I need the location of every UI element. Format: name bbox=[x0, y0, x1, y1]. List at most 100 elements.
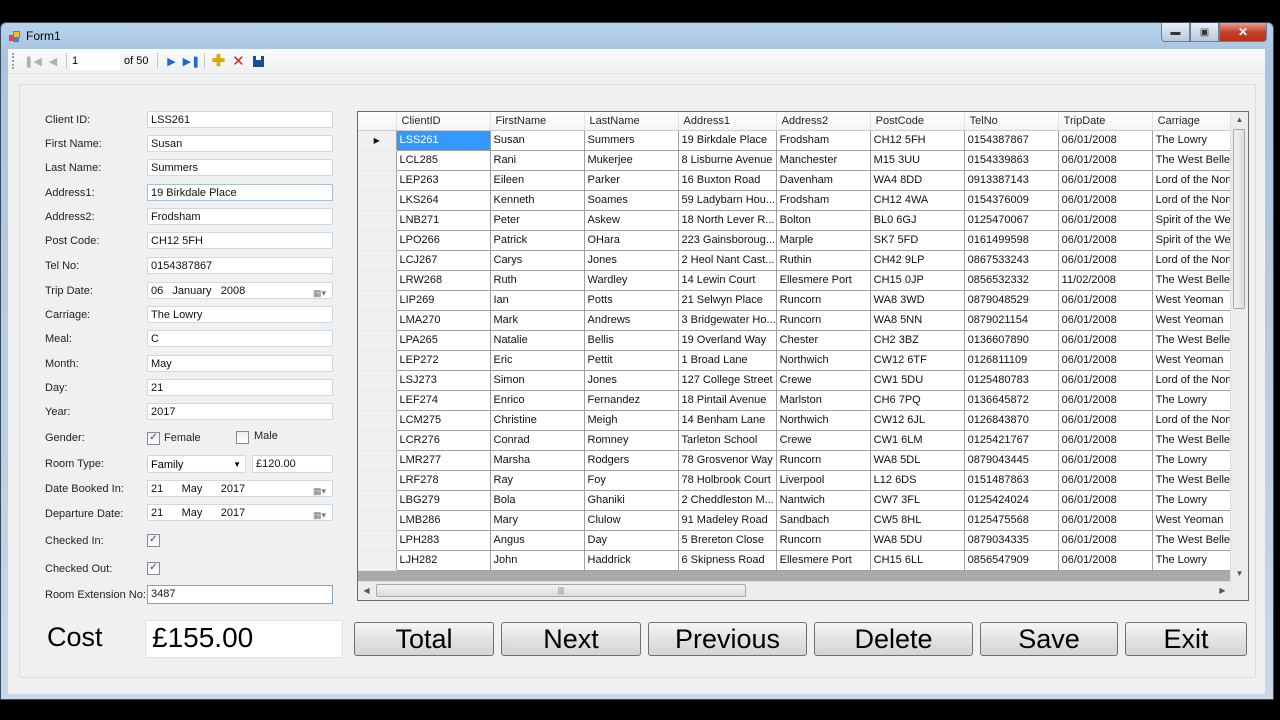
row-header[interactable] bbox=[358, 490, 397, 511]
table-cell[interactable]: 0151487863 bbox=[964, 470, 1059, 491]
previous-button[interactable]: Previous bbox=[648, 622, 807, 656]
table-cell[interactable]: 06/01/2008 bbox=[1058, 310, 1153, 331]
table-cell[interactable]: WA8 5DL bbox=[870, 450, 965, 471]
table-cell[interactable]: LPO266 bbox=[396, 230, 491, 251]
table-cell[interactable]: Kenneth bbox=[490, 190, 585, 211]
table-row[interactable]: LPA265 Natalie Bellis 19 Overland Way Cheste… bbox=[358, 330, 1247, 351]
table-cell[interactable]: Manchester bbox=[776, 150, 871, 171]
table-cell[interactable]: Parker bbox=[584, 170, 679, 191]
table-cell[interactable]: Day bbox=[584, 530, 679, 551]
first-name-field[interactable]: Susan bbox=[147, 135, 333, 152]
calendar-dropdown-icon[interactable]: ▦▾ bbox=[313, 507, 329, 520]
table-cell[interactable]: Jones bbox=[584, 370, 679, 391]
checked-out-checkbox[interactable]: ✓ bbox=[147, 562, 160, 575]
table-cell[interactable]: LMA270 bbox=[396, 310, 491, 331]
address2-field[interactable]: Frodsham bbox=[147, 208, 333, 225]
scroll-down-icon[interactable]: ▼ bbox=[1231, 566, 1248, 582]
table-cell[interactable]: Ian bbox=[490, 290, 585, 311]
table-cell[interactable]: 19 Birkdale Place bbox=[678, 130, 777, 151]
row-header[interactable] bbox=[358, 170, 397, 191]
row-header[interactable] bbox=[358, 150, 397, 171]
table-cell[interactable]: 06/01/2008 bbox=[1058, 410, 1153, 431]
table-cell[interactable]: Jones bbox=[584, 250, 679, 271]
table-cell[interactable]: 06/01/2008 bbox=[1058, 470, 1153, 491]
table-cell[interactable]: 06/01/2008 bbox=[1058, 370, 1153, 391]
table-cell[interactable]: 8 Lisburne Avenue bbox=[678, 150, 777, 171]
cost-field[interactable]: £155.00 bbox=[145, 620, 343, 658]
table-row[interactable]: ▶ LSS261 Susan Summers 19 Birkdale Place Frod… bbox=[358, 130, 1247, 151]
table-cell[interactable]: LIP269 bbox=[396, 290, 491, 311]
table-cell[interactable]: 06/01/2008 bbox=[1058, 510, 1153, 531]
row-header[interactable] bbox=[358, 230, 397, 251]
table-cell[interactable]: OHara bbox=[584, 230, 679, 251]
table-cell[interactable]: LJH282 bbox=[396, 550, 491, 571]
table-cell[interactable]: Runcorn bbox=[776, 310, 871, 331]
table-cell[interactable]: CW7 3FL bbox=[870, 490, 965, 511]
table-cell[interactable]: LBG279 bbox=[396, 490, 491, 511]
table-cell[interactable]: Rodgers bbox=[584, 450, 679, 471]
maximize-button[interactable]: ▣ bbox=[1190, 23, 1219, 42]
table-cell[interactable]: WA8 5DU bbox=[870, 530, 965, 551]
table-cell[interactable]: Ellesmere Port bbox=[776, 550, 871, 571]
table-cell[interactable]: 59 Ladybarn Hou... bbox=[678, 190, 777, 211]
column-header[interactable]: TripDate bbox=[1058, 112, 1153, 131]
table-cell[interactable]: 0125421767 bbox=[964, 430, 1059, 451]
table-cell[interactable]: 127 College Street bbox=[678, 370, 777, 391]
row-header[interactable] bbox=[358, 310, 397, 331]
table-cell[interactable]: 0126811109 bbox=[964, 350, 1059, 371]
horizontal-scrollbar[interactable]: ◀ ||| ▶ bbox=[358, 581, 1231, 600]
table-row[interactable]: LCM275 Christine Meigh 14 Benham Lane Northw… bbox=[358, 410, 1247, 431]
table-cell[interactable]: 223 Gainsboroug... bbox=[678, 230, 777, 251]
table-row[interactable]: LSJ273 Simon Jones 127 College Street Crewe C… bbox=[358, 370, 1247, 391]
table-cell[interactable]: 3 Bridgewater Ho... bbox=[678, 310, 777, 331]
table-cell[interactable]: 2 Heol Nant Cast... bbox=[678, 250, 777, 271]
table-cell[interactable]: CH2 3BZ bbox=[870, 330, 965, 351]
table-row[interactable]: LNB271 Peter Askew 18 North Lever R... Bolto… bbox=[358, 210, 1247, 231]
table-cell[interactable]: 0879048529 bbox=[964, 290, 1059, 311]
row-header[interactable] bbox=[358, 210, 397, 231]
table-cell[interactable]: 06/01/2008 bbox=[1058, 430, 1153, 451]
column-header[interactable]: ClientID bbox=[396, 112, 491, 131]
row-header[interactable] bbox=[358, 350, 397, 371]
table-cell[interactable]: WA8 5NN bbox=[870, 310, 965, 331]
table-cell[interactable]: Davenham bbox=[776, 170, 871, 191]
table-cell[interactable]: 0125475568 bbox=[964, 510, 1059, 531]
table-cell[interactable]: Rani bbox=[490, 150, 585, 171]
table-row[interactable]: LEP272 Eric Pettit 1 Broad Lane Northwich CW1… bbox=[358, 350, 1247, 371]
year-field[interactable]: 2017 bbox=[147, 403, 333, 420]
scroll-left-icon[interactable]: ◀ bbox=[358, 582, 375, 600]
table-cell[interactable]: 0126843870 bbox=[964, 410, 1059, 431]
table-cell[interactable]: Marple bbox=[776, 230, 871, 251]
table-cell[interactable]: 0856547909 bbox=[964, 550, 1059, 571]
table-cell[interactable]: Andrews bbox=[584, 310, 679, 331]
table-cell[interactable]: LCJ267 bbox=[396, 250, 491, 271]
meal-field[interactable]: C bbox=[147, 330, 333, 347]
table-cell[interactable]: Ellesmere Port bbox=[776, 270, 871, 291]
table-cell[interactable]: 06/01/2008 bbox=[1058, 450, 1153, 471]
table-cell[interactable]: 0867533243 bbox=[964, 250, 1059, 271]
table-cell[interactable]: 16 Buxton Road bbox=[678, 170, 777, 191]
table-cell[interactable]: Runcorn bbox=[776, 450, 871, 471]
row-header-corner[interactable] bbox=[358, 112, 397, 131]
row-header[interactable]: ▶ bbox=[358, 130, 397, 151]
table-cell[interactable]: 0879034335 bbox=[964, 530, 1059, 551]
table-cell[interactable]: Meigh bbox=[584, 410, 679, 431]
move-last-button[interactable]: ▶❚ bbox=[181, 51, 201, 71]
row-header[interactable] bbox=[358, 450, 397, 471]
delete-button[interactable]: Delete bbox=[814, 622, 973, 656]
table-cell[interactable]: Bellis bbox=[584, 330, 679, 351]
table-cell[interactable]: Conrad bbox=[490, 430, 585, 451]
table-cell[interactable]: 06/01/2008 bbox=[1058, 230, 1153, 251]
table-cell[interactable]: 06/01/2008 bbox=[1058, 490, 1153, 511]
table-cell[interactable]: Crewe bbox=[776, 370, 871, 391]
table-cell[interactable]: CW5 8HL bbox=[870, 510, 965, 531]
table-cell[interactable]: John bbox=[490, 550, 585, 571]
month-field[interactable]: May bbox=[147, 355, 333, 372]
room-extension-field[interactable]: 3487 bbox=[147, 585, 333, 604]
table-cell[interactable]: LCR276 bbox=[396, 430, 491, 451]
table-cell[interactable]: 0879021154 bbox=[964, 310, 1059, 331]
room-type-select[interactable]: Family ▼ bbox=[147, 455, 246, 473]
table-cell[interactable]: 1 Broad Lane bbox=[678, 350, 777, 371]
table-cell[interactable]: Susan bbox=[490, 130, 585, 151]
table-cell[interactable]: 2 Cheddleston M... bbox=[678, 490, 777, 511]
